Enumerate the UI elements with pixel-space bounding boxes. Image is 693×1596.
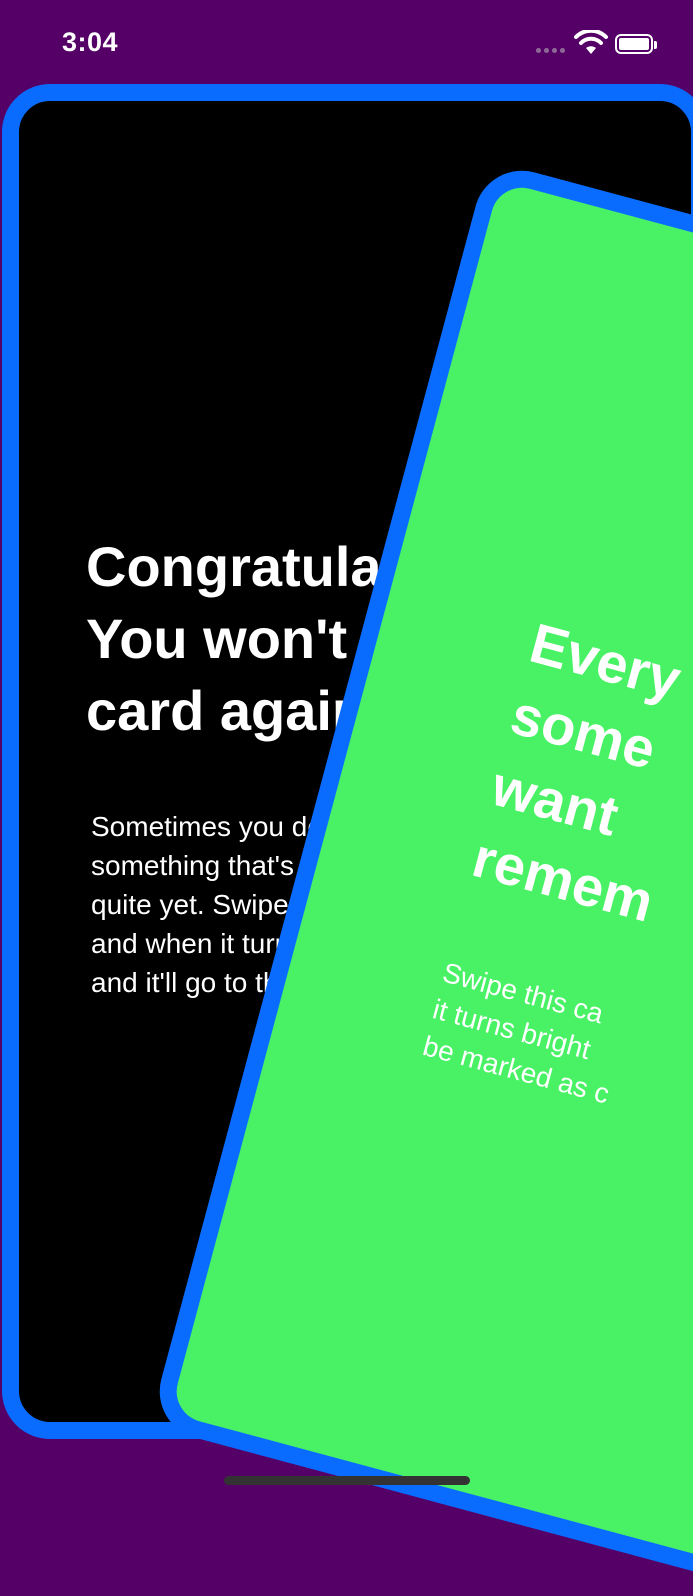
home-indicator[interactable]: [224, 1476, 470, 1485]
wifi-icon: [574, 28, 608, 61]
status-time: 3:04: [62, 27, 119, 57]
battery-icon: [615, 34, 657, 54]
cellular-signal-icon: [536, 48, 565, 53]
status-bar: 3:04: [0, 0, 693, 84]
front-card-body: Swipe this ca it turns bright be marked …: [419, 954, 693, 1219]
